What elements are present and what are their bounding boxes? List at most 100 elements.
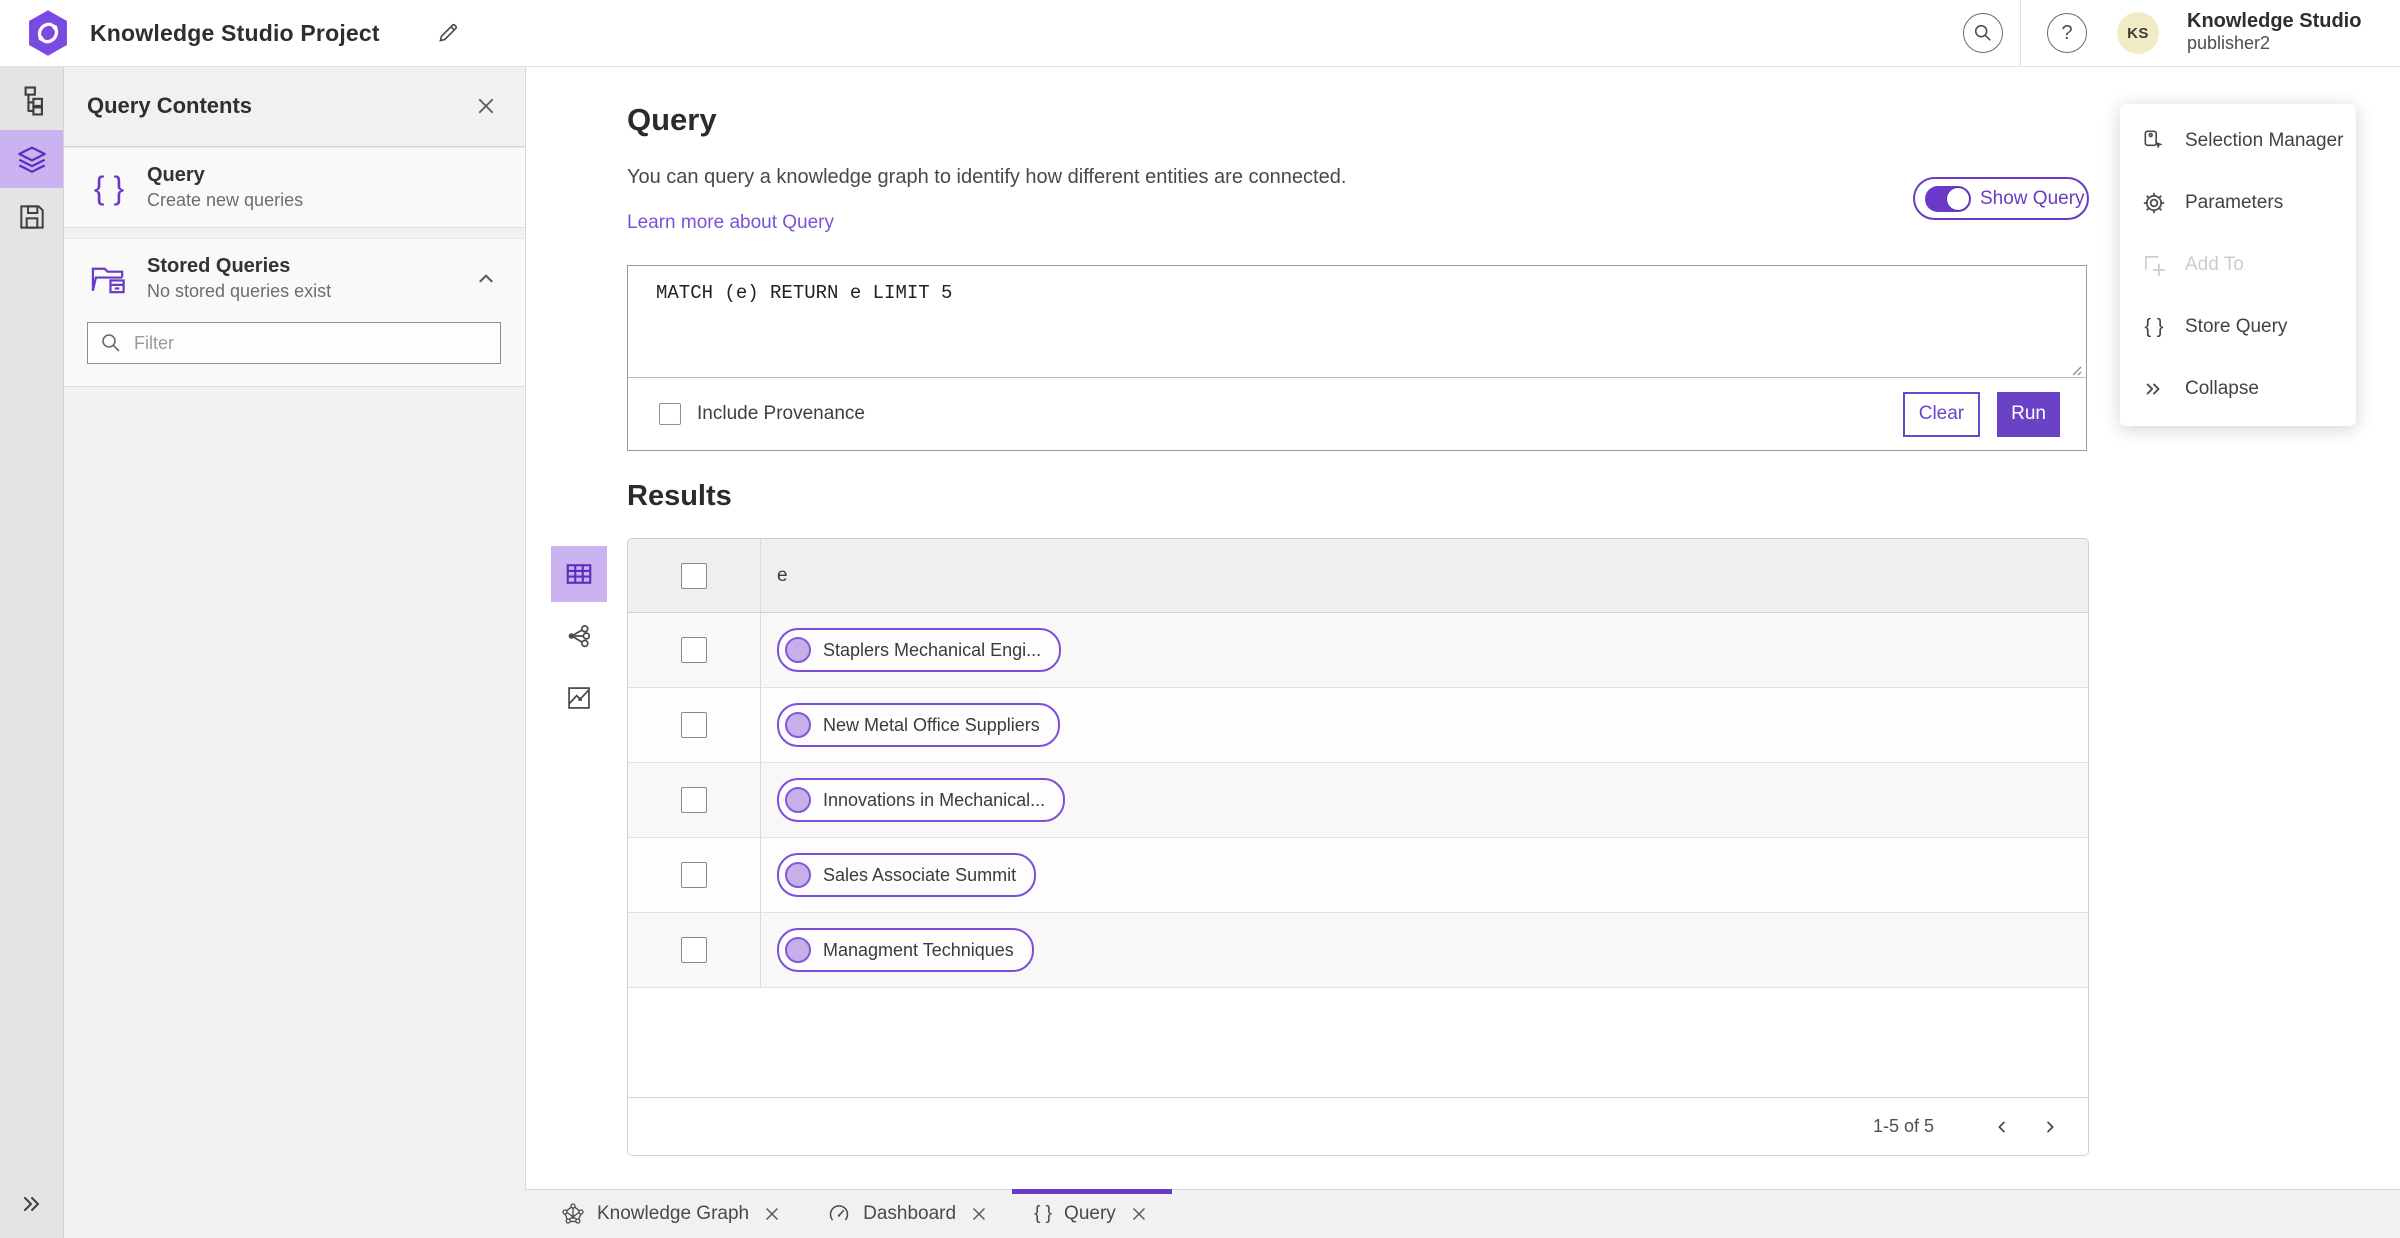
entity-chip[interactable]: Managment Techniques bbox=[777, 928, 1034, 972]
entity-icon bbox=[785, 862, 811, 888]
row-checkbox-cell bbox=[628, 763, 761, 837]
include-provenance-label[interactable]: Include Provenance bbox=[697, 403, 865, 425]
map-view-button[interactable] bbox=[551, 670, 607, 726]
entity-icon bbox=[785, 637, 811, 663]
help-button[interactable]: ? bbox=[2047, 13, 2087, 53]
panel-title: Query Contents bbox=[87, 93, 253, 118]
search-button[interactable] bbox=[1963, 13, 2003, 53]
menu-item-parameters[interactable]: Parameters bbox=[2120, 172, 2356, 234]
close-tab-icon[interactable] bbox=[761, 1203, 783, 1225]
row-checkbox[interactable] bbox=[681, 637, 707, 663]
run-button[interactable]: Run bbox=[1997, 391, 2060, 437]
clear-button[interactable]: Clear bbox=[1902, 391, 1981, 437]
column-header-e[interactable]: e bbox=[761, 539, 2088, 612]
table-row: New Metal Office Suppliers bbox=[628, 688, 2088, 763]
entity-chip[interactable]: Staplers Mechanical Engi... bbox=[777, 628, 1062, 672]
resize-handle-icon[interactable] bbox=[2068, 362, 2082, 376]
table-row: Managment Techniques bbox=[628, 913, 2088, 988]
chevron-up-icon bbox=[479, 273, 493, 282]
selection-manager-icon bbox=[2140, 128, 2168, 154]
entity-icon bbox=[785, 937, 811, 963]
tab-dashboard[interactable]: Dashboard bbox=[805, 1190, 1012, 1238]
stored-item-texts: Stored Queries No stored queries exist bbox=[147, 255, 471, 302]
edit-title-button[interactable] bbox=[432, 17, 464, 49]
results-view-switcher bbox=[551, 546, 607, 732]
map-icon bbox=[568, 687, 590, 709]
table-icon bbox=[566, 564, 592, 584]
close-panel-button[interactable] bbox=[471, 91, 501, 121]
row-value-cell: Innovations in Mechanical... bbox=[761, 763, 2088, 837]
close-tab-icon[interactable] bbox=[968, 1203, 990, 1225]
panel-header: Query Contents bbox=[63, 66, 525, 147]
row-checkbox-cell bbox=[628, 613, 761, 687]
double-chevron-right-icon bbox=[23, 1197, 39, 1211]
main-content: Query You can query a knowledge graph to… bbox=[525, 66, 2400, 1190]
select-all-checkbox[interactable] bbox=[681, 562, 707, 589]
menu-item-collapse[interactable]: Collapse bbox=[2120, 358, 2356, 420]
gear-icon bbox=[2140, 190, 2168, 216]
query-block: { } Query Create new queries bbox=[63, 147, 525, 228]
panel-item-stored-queries[interactable]: Stored Queries No stored queries exist bbox=[63, 239, 525, 318]
table-row: Innovations in Mechanical... bbox=[628, 763, 2088, 838]
table-pagination: 1-5 of 5 bbox=[628, 1097, 2088, 1155]
sidebar-item-data-model[interactable] bbox=[0, 72, 63, 130]
row-checkbox[interactable] bbox=[681, 937, 707, 963]
filter-field-wrap bbox=[87, 322, 501, 364]
stored-item-title: Stored Queries bbox=[147, 255, 291, 277]
entity-chip[interactable]: Sales Associate Summit bbox=[777, 853, 1037, 897]
previous-page-button[interactable] bbox=[1982, 1107, 2022, 1147]
search-icon bbox=[1974, 24, 1991, 41]
close-icon bbox=[478, 98, 494, 114]
menu-label: Parameters bbox=[2185, 192, 2284, 213]
entity-chip[interactable]: Innovations in Mechanical... bbox=[777, 778, 1066, 822]
stored-queries-folder-icon bbox=[87, 262, 131, 296]
chevron-right-icon bbox=[2047, 1121, 2054, 1132]
sidebar-item-layers[interactable] bbox=[0, 130, 63, 188]
query-item-title: Query bbox=[147, 164, 205, 186]
link-chart-view-button[interactable] bbox=[551, 608, 607, 664]
row-value-cell: Staplers Mechanical Engi... bbox=[761, 613, 2088, 687]
avatar[interactable]: KS bbox=[2117, 12, 2159, 54]
app-logo-icon[interactable] bbox=[26, 9, 70, 57]
expand-rail-button[interactable] bbox=[0, 1182, 63, 1226]
row-checkbox[interactable] bbox=[681, 712, 707, 738]
row-checkbox[interactable] bbox=[681, 862, 707, 888]
panel-item-query[interactable]: { } Query Create new queries bbox=[63, 148, 525, 227]
menu-item-add-to: Add To bbox=[2120, 234, 2356, 296]
next-page-button[interactable] bbox=[2030, 1107, 2070, 1147]
learn-more-link[interactable]: Learn more about Query bbox=[627, 212, 834, 234]
filter-search-icon bbox=[100, 332, 122, 354]
query-input[interactable]: MATCH (e) RETURN e LIMIT 5 bbox=[628, 266, 2086, 378]
collapse-section-button[interactable] bbox=[471, 270, 501, 288]
row-checkbox[interactable] bbox=[681, 787, 707, 813]
user-role: publisher2 bbox=[2187, 33, 2271, 53]
filter-input[interactable] bbox=[87, 322, 501, 364]
tab-label: Dashboard bbox=[863, 1203, 957, 1224]
tab-query[interactable]: { } Query bbox=[1012, 1189, 1172, 1238]
menu-item-store-query[interactable]: { } Store Query bbox=[2120, 296, 2356, 358]
help-icon: ? bbox=[2061, 21, 2073, 44]
query-editor: MATCH (e) RETURN e LIMIT 5 Include Prove… bbox=[627, 265, 2087, 451]
entity-label: Staplers Mechanical Engi... bbox=[823, 639, 1042, 660]
table-view-button[interactable] bbox=[551, 546, 607, 602]
double-chevron-right-icon bbox=[2140, 378, 2168, 400]
query-action-menu: Selection Manager Parameters Add To {} … bbox=[2120, 104, 2356, 426]
toggle-knob bbox=[1946, 186, 1970, 211]
knowledge-studio-app: Knowledge Studio Project ? KS Knowledge … bbox=[0, 0, 2400, 1238]
include-provenance-checkbox[interactable] bbox=[659, 403, 681, 425]
show-query-toggle[interactable]: Show Query bbox=[1913, 177, 2089, 220]
entity-label: Managment Techniques bbox=[823, 939, 1014, 960]
row-value-cell: New Metal Office Suppliers bbox=[761, 688, 2088, 762]
entity-label: New Metal Office Suppliers bbox=[823, 714, 1040, 735]
left-icon-rail bbox=[0, 66, 64, 1238]
sidebar-item-save[interactable] bbox=[0, 188, 63, 246]
menu-item-selection-manager[interactable]: Selection Manager bbox=[2120, 110, 2356, 172]
tab-knowledge-graph[interactable]: Knowledge Graph bbox=[539, 1190, 805, 1238]
entity-chip[interactable]: New Metal Office Suppliers bbox=[777, 703, 1060, 747]
entity-label: Innovations in Mechanical... bbox=[823, 789, 1046, 810]
close-tab-icon[interactable] bbox=[1128, 1203, 1150, 1225]
app-header: Knowledge Studio Project ? KS Knowledge … bbox=[0, 0, 2400, 67]
tab-label: Query bbox=[1064, 1203, 1116, 1224]
entity-icon bbox=[785, 787, 811, 813]
user-info[interactable]: Knowledge Studio publisher2 bbox=[2187, 9, 2361, 55]
